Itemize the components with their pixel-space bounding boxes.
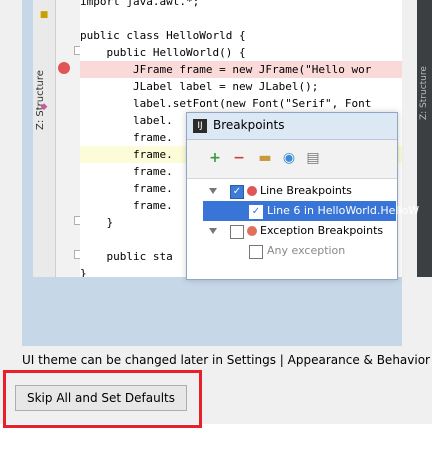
exception-breakpoint-icon [247,226,257,236]
structure-tool-strip[interactable]: ■ Z: Structure ◆ [33,0,56,277]
code-line: public HelloWorld() { [80,46,246,59]
filter-icon[interactable]: ◉ [281,150,297,166]
skip-all-button[interactable]: Skip All and Set Defaults [15,385,187,411]
code-line: public class HelloWorld { [80,29,246,42]
tree-node-label: Any exception [267,244,346,257]
code-line: JLabel label = new JLabel(); [80,80,319,93]
tree-node-exception-breakpoints[interactable]: Exception Breakpoints [203,221,396,241]
dialog-toolbar: + − ▬ ◉ ▤ [187,140,397,179]
tree-node-label: Line Breakpoints [260,184,352,197]
breakpoint-marker[interactable] [58,62,70,74]
checkbox-line-breakpoints[interactable]: ✓ [230,185,244,199]
checkbox-exception-breakpoints[interactable] [230,225,244,239]
theme-hint-text: UI theme can be changed later in Setting… [22,353,432,367]
structure-icon: ◆ [40,102,48,112]
breakpoint-icon [247,186,257,196]
dialog-titlebar: IJ Breakpoints [187,113,397,140]
breakpoints-dialog: IJ Breakpoints + − ▬ ◉ ▤ ✓ Line Breakpoi… [186,112,419,280]
code-line: label.setFont(new Font("Serif", Font [80,97,372,110]
tree-node-line-breakpoints[interactable]: ✓ Line Breakpoints [203,181,396,201]
tree-node-label: Exception Breakpoints [260,224,384,237]
code-line: import java.awt.*; [80,0,200,8]
structure-tool-label: Z: Structure [35,70,46,130]
expand-icon[interactable] [209,228,217,234]
dialog-title: Breakpoints [213,118,285,132]
expand-icon[interactable] [209,188,217,194]
folder-icon[interactable]: ▬ [257,150,273,166]
tree-node-any-exception[interactable]: Any exception [203,241,396,261]
checkbox-any-exception[interactable] [249,245,263,259]
editor-gutter [56,0,81,277]
remove-icon[interactable]: − [231,150,247,166]
tree-node-line-6[interactable]: ✓ Line 6 in HelloWorld.HelloW [203,201,419,221]
breakpoints-tree[interactable]: ✓ Line Breakpoints ✓ Line 6 in HelloWorl… [203,179,419,279]
checkbox-line-6[interactable]: ✓ [249,205,263,219]
dark-theme-preview[interactable]: Z: Structure [417,0,432,277]
structure-tool-label-dark: Z: Structure [419,66,429,120]
pin-icon: ■ [39,10,49,20]
intellij-icon: IJ [193,119,207,133]
code-line-breakpoint: JFrame frame = new JFrame("Hello wor [80,61,402,78]
document-icon[interactable]: ▤ [305,150,321,166]
tree-node-label: Line 6 in HelloWorld.HelloW [267,204,420,217]
add-icon[interactable]: + [207,150,223,166]
